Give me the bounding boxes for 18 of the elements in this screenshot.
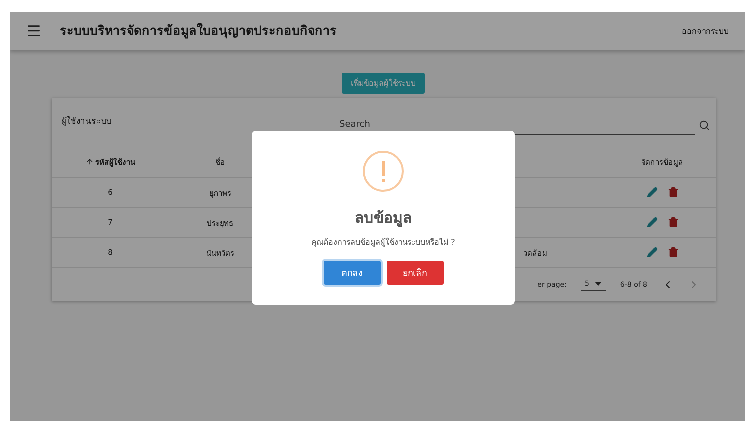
confirm-button[interactable]: ตกลง <box>324 261 380 285</box>
cancel-button[interactable]: ยกเลิก <box>386 261 444 285</box>
card-title: ผู้ใช้งานระบบ <box>62 115 112 128</box>
warning-icon <box>363 151 404 192</box>
edit-icon[interactable] <box>646 187 658 198</box>
delete-icon[interactable] <box>668 187 678 198</box>
edit-icon[interactable] <box>646 217 658 228</box>
edit-icon[interactable] <box>646 247 658 258</box>
menu-icon[interactable] <box>26 23 42 39</box>
delete-icon[interactable] <box>668 217 678 228</box>
app-title: ระบบบริหารจัดการข้อมูลใบอนุญาตประกอบกิจการ <box>60 22 338 41</box>
dialog-title: ลบข้อมูล <box>355 208 412 230</box>
search-icon[interactable] <box>698 120 710 131</box>
delete-icon[interactable] <box>668 247 678 258</box>
sort-arrow-icon <box>86 158 94 166</box>
caret-icon <box>595 282 602 286</box>
logout-link[interactable]: ออกจากระบบ <box>682 24 729 38</box>
dialog-message: คุณต้องการลบข้อมูลผู้ใช้งานระบบหรือไม่ ? <box>312 236 456 249</box>
